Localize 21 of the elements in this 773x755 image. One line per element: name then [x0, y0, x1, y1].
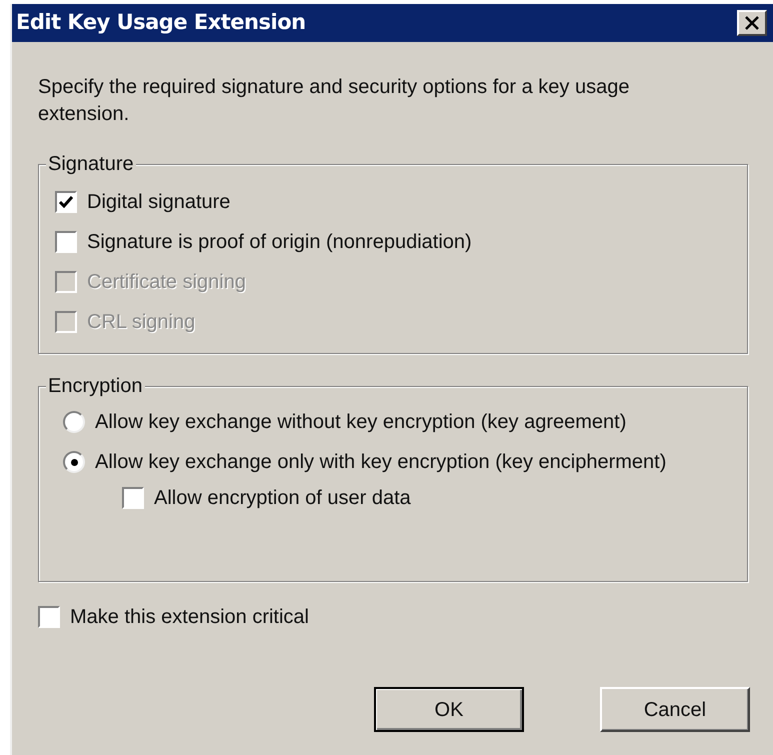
checkbox[interactable]	[55, 231, 77, 253]
close-button[interactable]	[737, 10, 767, 36]
description-text: Specify the required signature and security options for a key usage extension.	[38, 75, 630, 127]
checkbox[interactable]	[122, 487, 144, 509]
option-label: Allow key exchange without key encryption (key agreement)	[95, 410, 626, 435]
option-label: CRL signing	[87, 310, 196, 335]
check-icon	[59, 196, 73, 208]
checkbox[interactable]	[55, 191, 77, 213]
option-label: Allow key exchange only with key encryption (key encipherment)	[95, 450, 666, 475]
option-label: Make this extension critical	[70, 605, 309, 630]
option-label: Signature is proof of origin (nonrepudiation)	[87, 230, 472, 255]
dialog-button[interactable]: Cancel	[600, 687, 750, 732]
option-label: Allow encryption of user data	[154, 486, 411, 511]
window-title: Edit Key Usage Extension	[16, 9, 306, 36]
radio-button[interactable]	[63, 411, 85, 433]
option-label: Digital signature	[87, 190, 230, 215]
option-label: Certificate signing	[87, 270, 246, 295]
radio-button[interactable]	[63, 451, 85, 473]
checkbox[interactable]	[38, 606, 60, 628]
close-icon	[745, 16, 759, 30]
dialog-button[interactable]: OK	[374, 687, 524, 732]
